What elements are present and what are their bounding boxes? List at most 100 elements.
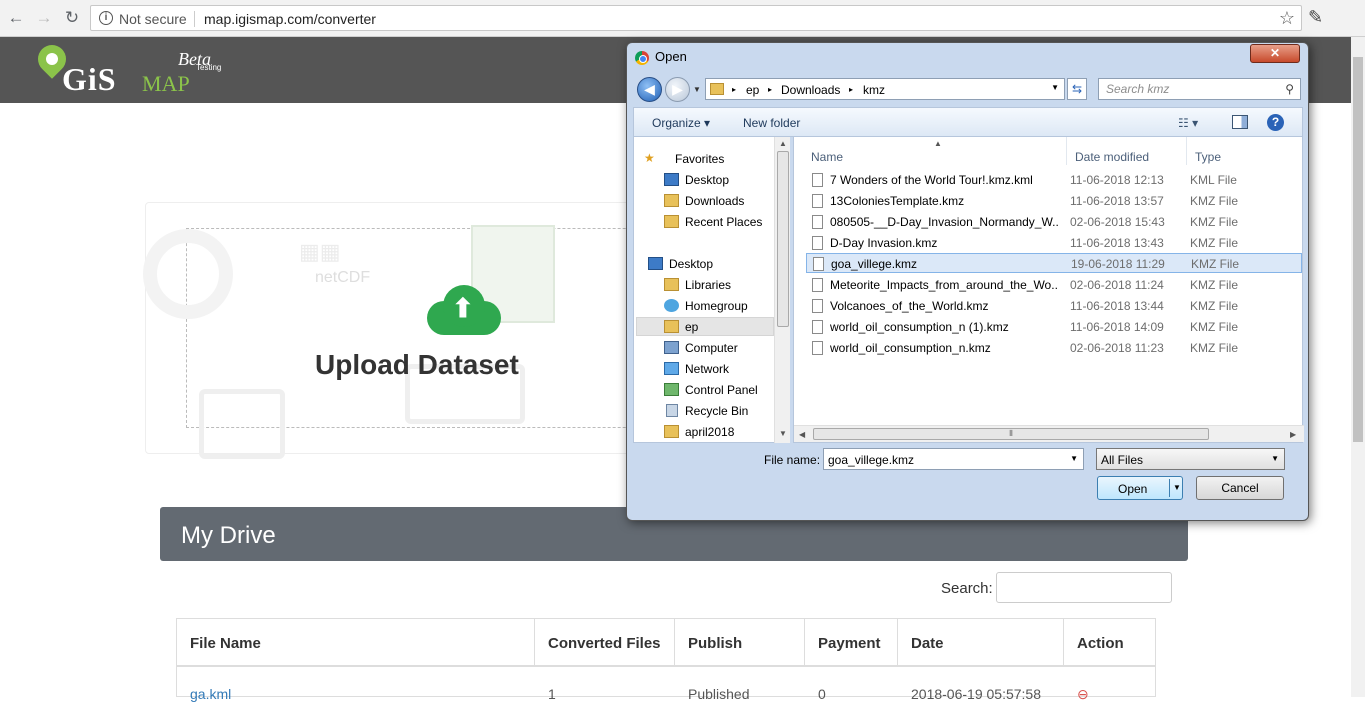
scroll-up-icon[interactable]: ▲: [779, 139, 787, 148]
pin-dot: [46, 53, 58, 65]
file-type-dropdown-icon[interactable]: ▼: [1271, 454, 1279, 463]
file-row[interactable]: 13ColoniesTemplate.kmz 11-06-2018 13:57 …: [806, 191, 1302, 211]
desktop-icon: [664, 173, 679, 186]
folder-icon: [664, 425, 679, 438]
scroll-thumb[interactable]: [1353, 57, 1363, 442]
search-input[interactable]: [996, 572, 1172, 603]
help-icon[interactable]: ?: [1267, 114, 1284, 131]
page-scrollbar[interactable]: [1351, 37, 1365, 697]
file-row[interactable]: world_oil_consumption_n.kmz 02-06-2018 1…: [806, 338, 1302, 358]
breadcrumb-chevron-icon[interactable]: ▸: [849, 85, 853, 94]
file-row[interactable]: world_oil_consumption_n (1).kmz 11-06-20…: [806, 317, 1302, 337]
view-options-icon[interactable]: ☷ ▾: [1178, 116, 1198, 130]
bookmark-star-icon[interactable]: ☆: [1279, 8, 1295, 29]
col-converted-files[interactable]: Converted Files: [535, 619, 675, 667]
address-breadcrumb[interactable]: ▸ ep ▸ Downloads ▸ kmz ▼: [705, 78, 1065, 100]
nav-control-panel[interactable]: Control Panel: [685, 383, 758, 397]
nav-recent-places[interactable]: Recent Places: [685, 215, 762, 229]
file-row[interactable]: 080505-__D-Day_Invasion_Normandy_W... 02…: [806, 212, 1302, 232]
delete-icon[interactable]: ⊖: [1064, 669, 1102, 703]
horizontal-scrollbar[interactable]: ◀ ⦀ ▶: [794, 425, 1304, 442]
forward-arrow-icon[interactable]: ▶: [665, 77, 690, 102]
file-row[interactable]: Volcanoes_of_the_World.kmz 11-06-2018 13…: [806, 296, 1302, 316]
breadcrumb-chevron-icon[interactable]: ▸: [732, 85, 736, 94]
file-row-selected[interactable]: goa_villege.kmz 19-06-2018 11:29 KMZ Fil…: [806, 253, 1302, 273]
nav-scrollbar[interactable]: ▲ ▼: [774, 137, 790, 443]
globe-watermark-icon: [143, 229, 233, 319]
grid-watermark-icon: ▦▦: [299, 239, 341, 264]
preview-pane-icon[interactable]: [1232, 115, 1248, 129]
info-icon[interactable]: i: [99, 11, 113, 25]
file-name-value: goa_villege.kmz: [828, 453, 915, 467]
open-dropdown-icon[interactable]: ▼: [1173, 483, 1181, 492]
nav-network[interactable]: Network: [685, 362, 729, 376]
file-name: 080505-__D-Day_Invasion_Normandy_W...: [830, 215, 1058, 229]
file-name: 13ColoniesTemplate.kmz: [830, 194, 965, 208]
col-file-name[interactable]: File Name: [177, 619, 535, 667]
dialog-toolbar: Organize ▾ New folder ☷ ▾ ?: [633, 107, 1303, 137]
file-type-select[interactable]: All Files ▼: [1096, 448, 1285, 470]
h-scroll-thumb[interactable]: ⦀: [813, 428, 1209, 440]
table-cell-file-name[interactable]: ga.kml: [177, 669, 244, 703]
breadcrumb-kmz[interactable]: kmz: [863, 83, 885, 97]
nav-desktop-fav[interactable]: Desktop: [685, 173, 729, 187]
file-name-dropdown-icon[interactable]: ▼: [1070, 454, 1078, 463]
nav-desktop[interactable]: Desktop: [669, 257, 713, 271]
address-dropdown-icon[interactable]: ▼: [1051, 83, 1059, 92]
search-icon[interactable]: ⚲: [1285, 82, 1294, 96]
scroll-left-icon[interactable]: ◀: [799, 430, 805, 439]
file-name-input[interactable]: goa_villege.kmz ▼: [823, 448, 1084, 470]
organize-button[interactable]: Organize ▾: [652, 116, 710, 130]
breadcrumb-ep[interactable]: ep: [746, 83, 759, 97]
reload-icon[interactable]: ↻: [62, 8, 82, 28]
col-action[interactable]: Action: [1064, 619, 1156, 667]
url-text[interactable]: map.igismap.com/converter: [204, 11, 376, 27]
file-type: KMZ File: [1190, 299, 1238, 313]
file-row[interactable]: Meteorite_Impacts_from_around_the_Wo... …: [806, 275, 1302, 295]
back-arrow-icon[interactable]: ◀: [637, 77, 662, 102]
file-name: world_oil_consumption_n (1).kmz: [830, 320, 1009, 334]
nav-ep[interactable]: ep: [636, 317, 774, 336]
nav-downloads[interactable]: Downloads: [685, 194, 744, 208]
file-type: KMZ File: [1190, 215, 1238, 229]
col-payment[interactable]: Payment: [805, 619, 898, 667]
open-button[interactable]: Open ▼: [1097, 476, 1183, 500]
nav-computer[interactable]: Computer: [685, 341, 738, 355]
search-label: Search:: [941, 580, 993, 597]
nav-april2018[interactable]: april2018: [685, 425, 734, 439]
file-name: Volcanoes_of_the_World.kmz: [830, 299, 989, 313]
file-date: 19-06-2018 11:29: [1071, 257, 1165, 271]
extension-icon[interactable]: ✎: [1308, 7, 1323, 28]
nav-scroll-thumb[interactable]: [777, 151, 789, 327]
cancel-button[interactable]: Cancel: [1196, 476, 1284, 500]
history-dropdown-icon[interactable]: ▼: [693, 85, 701, 94]
scroll-down-icon[interactable]: ▼: [779, 429, 787, 438]
file-name: world_oil_consumption_n.kmz: [830, 341, 991, 355]
back-icon[interactable]: ←: [6, 8, 26, 28]
igismap-logo[interactable]: GiS MAP Beta Testing: [32, 39, 228, 99]
file-type: KMZ File: [1190, 236, 1238, 250]
nav-recycle-bin[interactable]: Recycle Bin: [685, 404, 748, 418]
nav-favorites[interactable]: Favorites: [675, 152, 724, 166]
col-publish[interactable]: Publish: [675, 619, 805, 667]
forward-icon[interactable]: →: [34, 8, 54, 28]
col-date[interactable]: Date: [898, 619, 1064, 667]
network-icon: [664, 362, 679, 375]
cloud-upload-icon[interactable]: ⬆: [427, 283, 501, 335]
nav-homegroup[interactable]: Homegroup: [685, 299, 748, 313]
breadcrumb-chevron-icon[interactable]: ▸: [768, 85, 772, 94]
search-kmz-input[interactable]: Search kmz ⚲: [1098, 78, 1301, 100]
new-folder-button[interactable]: New folder: [743, 116, 800, 130]
file-type: KMZ File: [1190, 278, 1238, 292]
breadcrumb-downloads[interactable]: Downloads: [781, 83, 840, 97]
table-cell-payment: 0: [818, 686, 826, 702]
file-row[interactable]: D-Day Invasion.kmz 11-06-2018 13:43 KMZ …: [806, 233, 1302, 253]
scroll-right-icon[interactable]: ▶: [1290, 430, 1296, 439]
col-date-modified-header[interactable]: Date modified: [1067, 137, 1187, 165]
refresh-icon[interactable]: ⇆: [1067, 78, 1087, 100]
address-bar[interactable]: i Not secure map.igismap.com/converter ☆: [90, 5, 1302, 31]
col-type-header[interactable]: Type: [1187, 137, 1303, 165]
nav-libraries[interactable]: Libraries: [685, 278, 731, 292]
close-button[interactable]: ✕: [1250, 44, 1300, 63]
file-row[interactable]: 7 Wonders of the World Tour!.kmz.kml 11-…: [806, 170, 1302, 190]
